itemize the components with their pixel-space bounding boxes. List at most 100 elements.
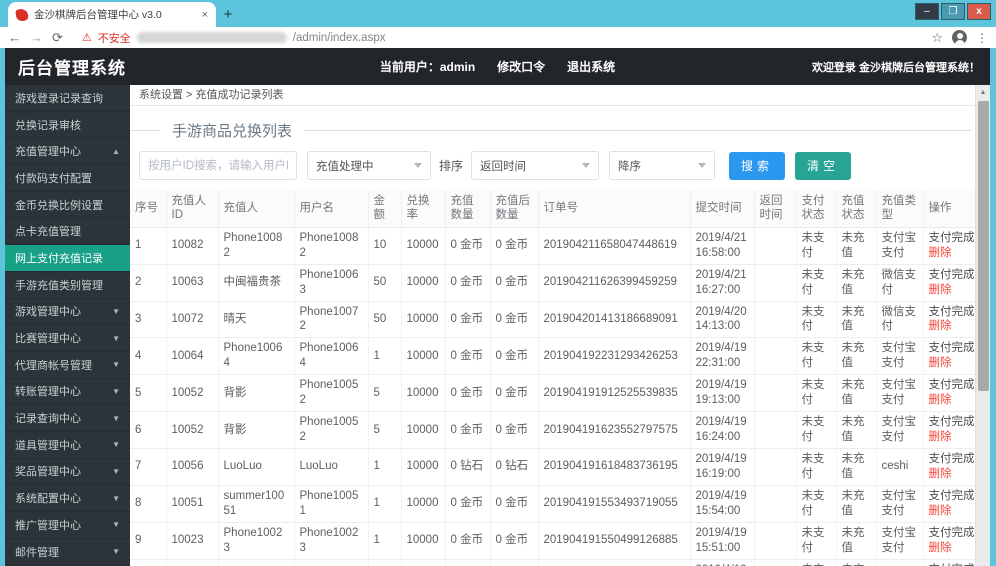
column-header: 操作 [923,190,975,228]
browser-tab[interactable]: 金沙棋牌后台管理中心 v3.0 × [8,2,216,27]
forward-icon[interactable]: → [30,30,43,45]
minimize-button[interactable]: – [915,3,939,20]
sidebar-item-11[interactable]: 转账管理中心 ▼ [5,379,130,406]
submit-date: 2019/4/19 [696,563,749,566]
delete-link[interactable]: 删除 [929,467,976,482]
pay-complete-link[interactable]: 支付完成 [929,489,976,504]
sidebar-item-14[interactable]: 奖品管理中心 ▼ [5,459,130,486]
sidebar-item-label: 付款码支付配置 [15,172,92,185]
delete-link[interactable]: 删除 [929,356,976,371]
submit-date: 2019/4/19 [695,342,747,355]
new-tab-button[interactable]: + [216,3,240,25]
sort-field-select[interactable]: 返回时间 [471,151,600,180]
pay-complete-link[interactable]: 支付完成 [929,526,976,541]
scrollbar-thumb[interactable] [978,101,989,391]
logout-link[interactable]: 退出系统 [567,58,615,75]
pay-complete-link[interactable]: 支付完成 [929,305,976,320]
sidebar-item-16[interactable]: 推广管理中心 ▼ [5,512,130,539]
sidebar-item-13[interactable]: 道具管理中心 ▼ [5,432,130,459]
change-password-link[interactable]: 修改口令 [497,58,545,75]
security-warning-icon[interactable]: ⚠ [82,31,92,44]
delete-link[interactable]: 删除 [929,319,976,334]
submit-date: 2019/4/21 [695,231,747,244]
browser-window: 金沙棋牌后台管理中心 v3.0 × + – ❐ x ← → ⟳ ⚠ 不安全 /a… [0,0,996,566]
address-field[interactable]: ⚠ 不安全 /admin/index.aspx [72,30,922,46]
table-row: 8 10051 summer10051 Phone10051 1 10000 0… [130,485,976,523]
delete-link[interactable]: 删除 [929,246,976,261]
column-header: 用户名 [294,190,369,228]
recharge-status-select[interactable]: 充值处理中 [307,151,431,180]
table-row: 7 10056 LuoLuo LuoLuo 1 10000 0 钻石 0 钻石 … [130,448,976,486]
table-body: 1 10082 Phone10082 Phone10082 10 10000 0… [130,227,975,566]
vertical-scrollbar[interactable]: ▲ [975,85,990,566]
sidebar-item-15[interactable]: 系统配置中心 ▼ [5,485,130,512]
delete-link[interactable]: 删除 [929,283,976,298]
main-content: 系统设置 > 充值成功记录列表 手游商品兑换列表 充值处理中 排序 返回时间 [130,85,975,566]
pay-complete-link[interactable]: 支付完成 [929,563,976,566]
user-id-search-input[interactable] [139,151,297,180]
pay-complete-link[interactable]: 支付完成 [929,231,976,246]
sidebar-item-6[interactable]: 网上支付充值记录 [5,245,130,272]
recharge-status-select-value: 充值处理中 [316,160,374,173]
back-icon[interactable]: ← [8,30,21,45]
sidebar-item-1[interactable]: 兑换记录审核 [5,112,130,139]
tab-close-icon[interactable]: × [202,9,208,21]
security-warning-label: 不安全 [97,32,131,45]
scrollbar-up-icon[interactable]: ▲ [976,85,990,100]
chevron-down-icon: ▼ [112,520,120,530]
sidebar-item-12[interactable]: 记录查询中心 ▼ [5,405,130,432]
pay-complete-link[interactable]: 支付完成 [929,415,976,430]
chevron-up-icon: ▲ [112,146,120,156]
delete-link[interactable]: 删除 [929,430,976,445]
pay-complete-link[interactable]: 支付完成 [929,341,976,356]
profile-avatar-icon[interactable] [952,30,967,45]
sidebar-item-10[interactable]: 代理商帐号管理 ▼ [5,352,130,379]
sidebar-item-label: 兑换记录审核 [15,119,81,132]
sidebar-item-17[interactable]: 邮件管理 ▼ [5,539,130,566]
delete-link[interactable]: 删除 [929,393,976,408]
column-header: 充值类型 [876,190,924,228]
submit-time: 19:13:00 [695,394,741,407]
pay-complete-link[interactable]: 支付完成 [929,268,976,283]
sidebar-item-label: 手游充值类别管理 [15,279,103,292]
clear-button[interactable]: 清空 [795,151,852,180]
pay-complete-link[interactable]: 支付完成 [929,378,976,393]
bookmark-star-icon[interactable]: ☆ [931,30,943,46]
close-button[interactable]: x [967,3,991,20]
sidebar-item-8[interactable]: 游戏管理中心 ▼ [5,299,130,326]
sidebar-item-5[interactable]: 点卡充值管理 [5,218,130,246]
table-row: 1 10082 Phone10082 Phone10082 10 10000 0… [130,227,976,265]
sidebar-item-2[interactable]: 充值管理中心 ▲ [5,138,130,166]
sidebar-item-7[interactable]: 手游充值类别管理 [5,272,130,299]
chevron-down-icon: ▼ [112,547,120,557]
sidebar-item-label: 道具管理中心 [15,439,81,452]
delete-link[interactable]: 删除 [929,541,976,556]
window-controls: – ❐ x [915,3,991,20]
sort-order-select[interactable]: 降序 [609,151,716,180]
sidebar-item-4[interactable]: 金币兑换比例设置 [5,192,130,219]
page-title: 手游商品兑换列表 [172,123,293,140]
submit-date: 2019/4/21 [695,268,747,281]
sidebar-item-label: 金币兑换比例设置 [15,199,103,212]
column-header: 金额 [368,190,402,228]
sidebar-item-9[interactable]: 比赛管理中心 ▼ [5,325,130,352]
submit-date: 2019/4/19 [695,379,747,392]
table-row: 10 10056 LuoLuo LuoLuo 1 10000 0 钻石 0 钻石… [130,559,975,566]
submit-time: 15:54:00 [695,504,741,517]
delete-link[interactable]: 删除 [929,504,976,519]
browser-menu-icon[interactable]: ⋮ [976,31,988,45]
submit-time: 16:27:00 [695,283,741,296]
column-header: 提交时间 [690,190,755,228]
column-header: 充值人 [218,190,295,228]
admin-app: 后台管理系统 当前用户：admin 修改口令 退出系统 欢迎登录 金沙棋牌后台管… [0,48,996,566]
submit-time: 16:24:00 [695,431,741,444]
filter-bar: 充值处理中 排序 返回时间 降序 搜索 清空 [130,151,975,190]
search-button[interactable]: 搜索 [729,151,786,180]
sidebar-item-3[interactable]: 付款码支付配置 [5,165,130,192]
sidebar-item-label: 推广管理中心 [15,519,81,532]
sidebar-item-label: 游戏管理中心 [15,306,81,319]
sidebar-item-0[interactable]: 游戏登录记录查询 [5,85,130,112]
maximize-button[interactable]: ❐ [941,3,965,20]
pay-complete-link[interactable]: 支付完成 [929,452,976,467]
reload-icon[interactable]: ⟳ [52,30,63,46]
